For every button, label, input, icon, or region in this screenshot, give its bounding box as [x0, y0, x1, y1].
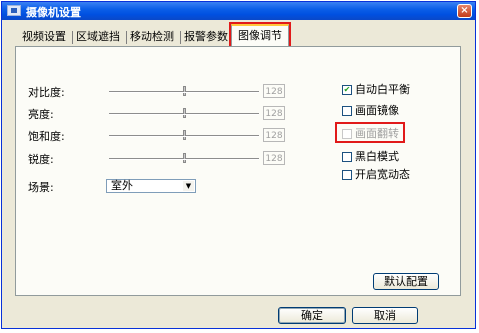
tab-image-adjust[interactable]: 图像调节: [229, 22, 291, 48]
camera-settings-window: 摄像机设置 × 视频设置 区域遮挡 移动检测 报警参数 图像调节 对比度: 12…: [1, 1, 476, 329]
default-config-button[interactable]: 默认配置: [373, 273, 439, 290]
checkbox-box[interactable]: [342, 106, 352, 116]
scene-selected-value: 室外: [111, 179, 133, 192]
contrast-value[interactable]: 128: [263, 84, 285, 98]
tab-separator: [126, 31, 127, 44]
close-button[interactable]: ×: [457, 4, 472, 18]
brightness-value[interactable]: 128: [263, 106, 285, 120]
scene-label: 场景:: [28, 181, 54, 194]
tab-alarm-params[interactable]: 报警参数: [182, 28, 230, 46]
sharpness-slider[interactable]: [109, 153, 259, 163]
black-white-label: 黑白模式: [355, 150, 399, 163]
checkbox-box[interactable]: [342, 152, 352, 162]
sharpness-value[interactable]: 128: [263, 151, 285, 165]
window-title: 摄像机设置: [26, 6, 81, 19]
tab-motion-detection[interactable]: 移动检测: [128, 28, 176, 46]
contrast-slider[interactable]: [109, 86, 259, 96]
checkbox-box[interactable]: ✔: [342, 85, 352, 95]
brightness-label: 亮度:: [28, 108, 54, 121]
tab-region-mask[interactable]: 区域遮挡: [74, 28, 122, 46]
chevron-down-icon[interactable]: ▼: [183, 181, 194, 191]
brightness-slider-thumb[interactable]: [183, 108, 186, 118]
camera-app-icon: [7, 5, 21, 16]
scene-select[interactable]: 室外 ▼: [106, 179, 196, 193]
saturation-value[interactable]: 128: [263, 128, 285, 142]
sharpness-label: 锐度:: [28, 153, 54, 166]
ok-button[interactable]: 确定: [278, 307, 346, 324]
contrast-label: 对比度:: [28, 86, 65, 99]
tab-video-settings[interactable]: 视频设置: [20, 28, 68, 46]
auto-white-balance-label: 自动白平衡: [355, 83, 410, 96]
contrast-slider-thumb[interactable]: [183, 86, 186, 96]
flip-highlight-annotation: [335, 122, 405, 143]
wdr-label: 开启宽动态: [355, 168, 410, 181]
checkbox-box[interactable]: [342, 170, 352, 180]
cancel-button[interactable]: 取消: [352, 307, 418, 324]
sharpness-slider-thumb[interactable]: [183, 153, 186, 163]
saturation-slider[interactable]: [109, 130, 259, 140]
saturation-slider-thumb[interactable]: [183, 130, 186, 140]
brightness-slider[interactable]: [109, 108, 259, 118]
tab-separator: [72, 31, 73, 44]
tab-separator: [180, 31, 181, 44]
mirror-label: 画面镜像: [355, 104, 399, 117]
saturation-label: 饱和度:: [28, 130, 65, 143]
image-adjust-panel: 对比度: 128 亮度: 128 饱和度: 128 锐度: 128 场景: 室外…: [15, 46, 461, 296]
title-bar[interactable]: 摄像机设置 ×: [2, 2, 475, 20]
